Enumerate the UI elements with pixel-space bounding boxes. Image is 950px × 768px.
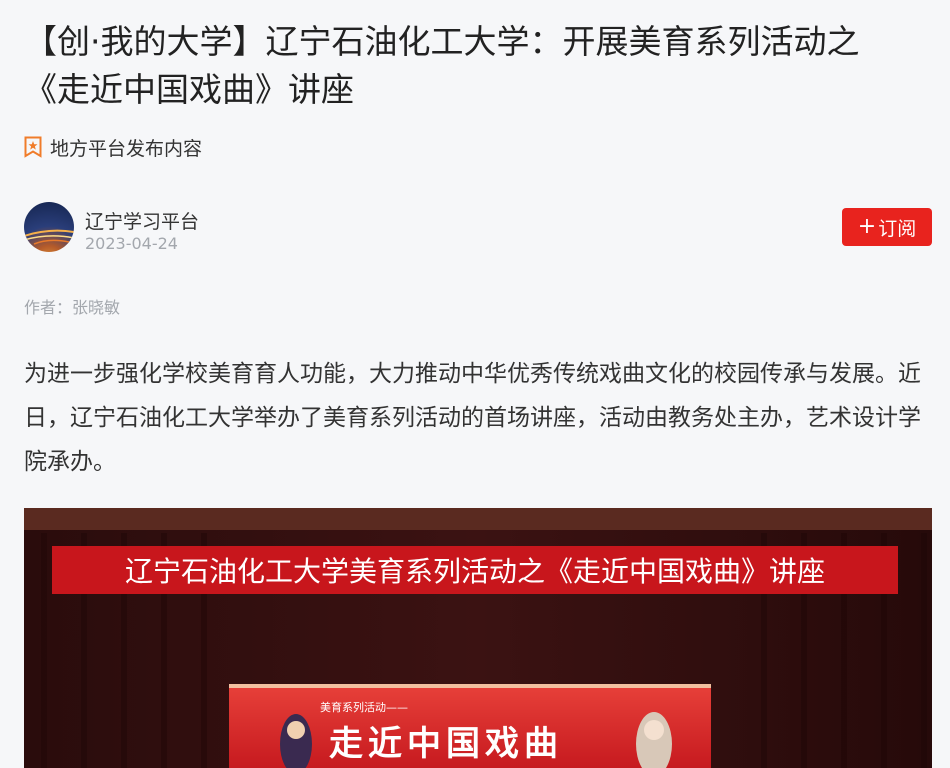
plus-icon: + (857, 214, 877, 239)
bookmark-star-icon (24, 136, 42, 158)
publish-date: 2023-04-24 (85, 234, 178, 253)
source-tag: 地方平台发布内容 (24, 134, 202, 160)
article-title: 【创·我的大学】辽宁石油化工大学：开展美育系列活动之《走近中国戏曲》讲座 (24, 22, 860, 109)
channel-row: 辽宁学习平台 2023-04-24 + 订阅 (24, 202, 932, 256)
channel-name[interactable]: 辽宁学习平台 (85, 207, 199, 234)
subscribe-label: 订阅 (878, 217, 917, 240)
article-body: 为进一步强化学校美育育人功能，大力推动中华优秀传统戏曲文化的校园传承与发展。近日… (24, 361, 921, 475)
screen-subtitle: 美育系列活动—— (320, 701, 408, 714)
avatar[interactable] (24, 202, 74, 252)
article-photo[interactable]: 辽宁石油化工大学美育系列活动之《走近中国戏曲》讲座 美育系列活动—— 走近中国戏… (24, 508, 932, 768)
author-line: 作者：张晓敏 (24, 298, 121, 317)
screen-title: 走近中国戏曲 (329, 724, 563, 764)
subscribe-button[interactable]: + 订阅 (842, 208, 932, 246)
event-banner-text: 辽宁石油化工大学美育系列活动之《走近中国戏曲》讲座 (124, 555, 825, 588)
source-label: 地方平台发布内容 (50, 137, 203, 160)
